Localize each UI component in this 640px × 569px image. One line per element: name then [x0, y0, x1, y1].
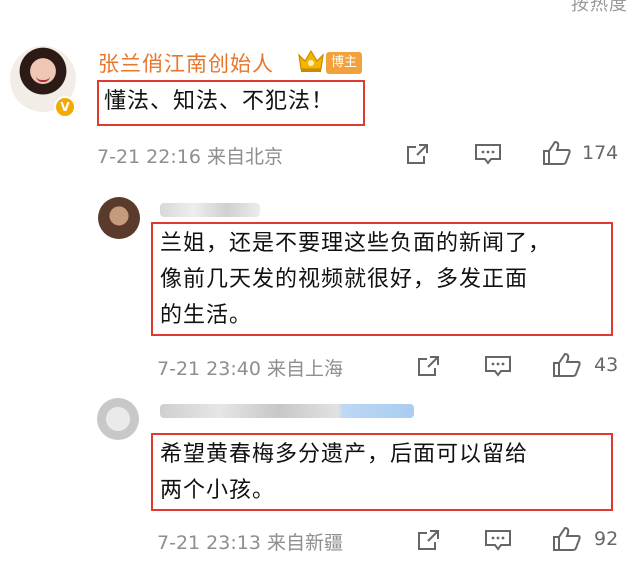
like-icon[interactable] — [552, 526, 582, 552]
comment-meta: 7-21 23:13 来自新疆 — [157, 532, 343, 554]
username[interactable]: 张兰俏江南创始人 — [98, 48, 274, 78]
comment-text: 希望黄春梅多分遗产，后面可以留给 — [160, 442, 529, 467]
crown-icon — [296, 46, 326, 74]
blogger-badge: 博主 — [326, 52, 363, 74]
comment-icon[interactable] — [484, 354, 512, 378]
comment-text: 兰姐，还是不要理这些负面的新闻了， — [160, 231, 552, 256]
share-icon[interactable] — [405, 142, 431, 166]
comment-meta: 7-21 23:40 来自上海 — [157, 358, 343, 380]
comment-text: 像前几天发的视频就很好，多发正面 — [160, 267, 529, 292]
avatar[interactable] — [98, 197, 140, 239]
comment-text: 懂法、知法、不犯法！ — [104, 89, 335, 114]
comment-icon[interactable] — [484, 528, 512, 552]
like-count: 92 — [594, 528, 619, 550]
username-blurred — [160, 404, 414, 418]
like-count: 174 — [582, 142, 619, 164]
comment-text: 两个小孩。 — [160, 478, 276, 503]
comment-meta: 7-21 22:16 来自北京 — [97, 146, 283, 168]
sort-toggle[interactable]: 按热度 — [571, 0, 628, 16]
verified-icon: V — [54, 96, 76, 118]
username-blurred — [160, 203, 260, 217]
like-icon[interactable] — [552, 352, 582, 378]
like-count: 43 — [594, 354, 619, 376]
like-icon[interactable] — [542, 140, 572, 166]
comment-text: 的生活。 — [160, 303, 253, 328]
avatar[interactable] — [97, 398, 139, 440]
share-icon[interactable] — [416, 528, 442, 552]
share-icon[interactable] — [416, 354, 442, 378]
comment-icon[interactable] — [474, 142, 502, 166]
